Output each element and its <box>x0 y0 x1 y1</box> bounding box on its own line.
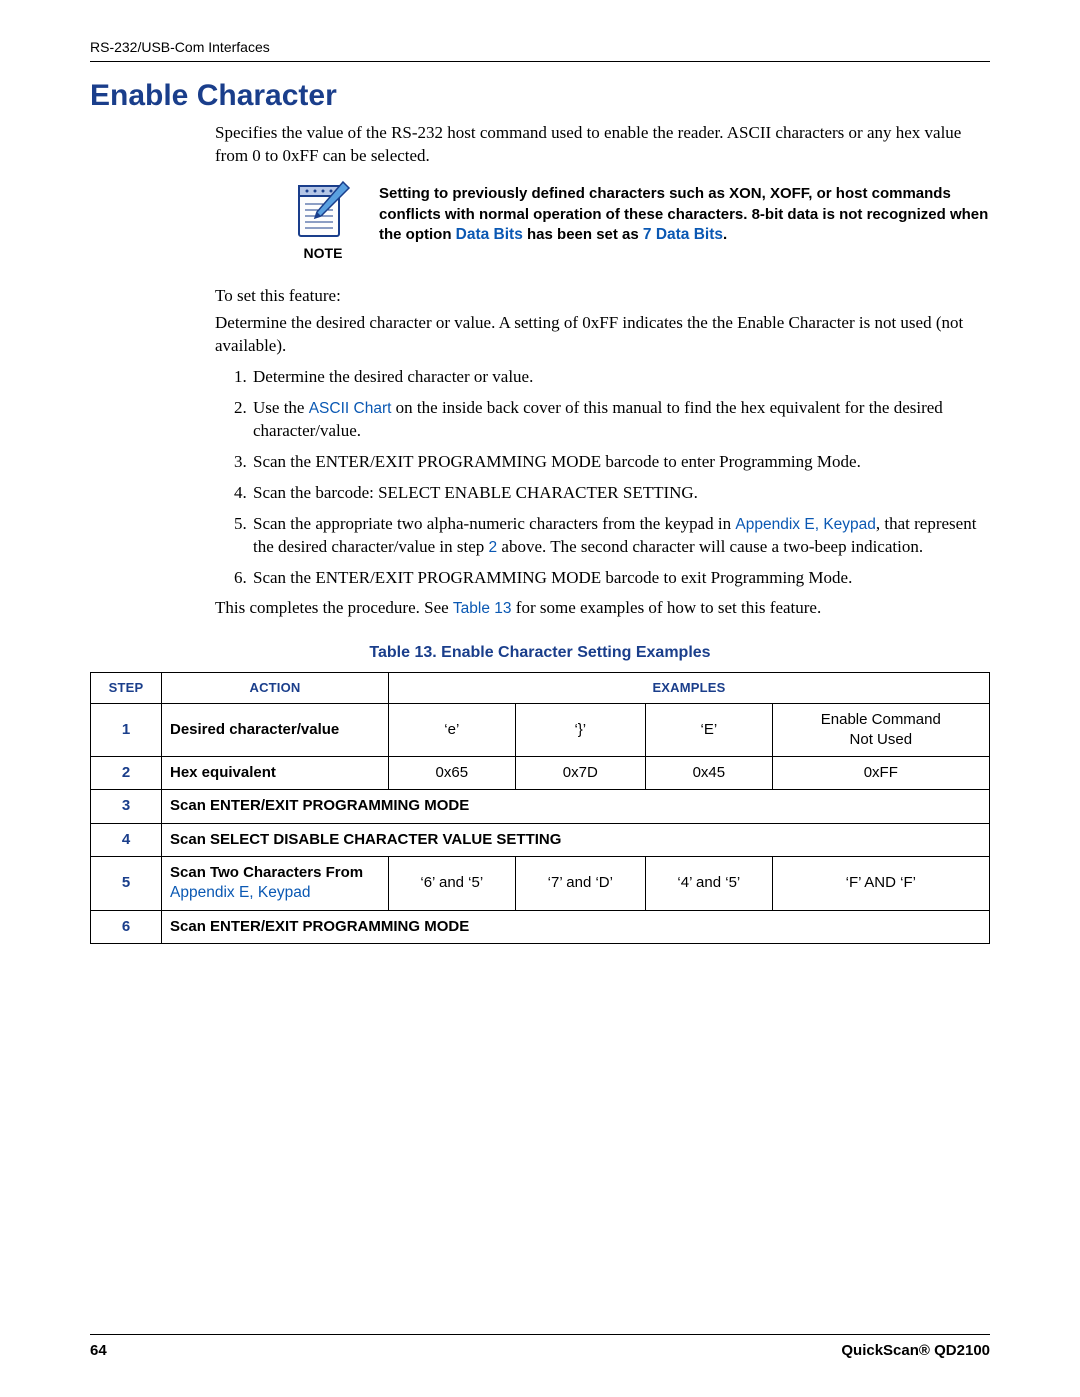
appendix-e-link[interactable]: Appendix E, Keypad <box>735 516 875 533</box>
r3-action: Scan ENTER/EXIT PROGRAMMING MODE <box>162 790 990 823</box>
step-5: Scan the appropriate two alpha-numeric c… <box>251 513 990 559</box>
note-block: NOTE Setting to previously defined chara… <box>215 178 990 263</box>
r5-c2: ‘7’ and ‘D’ <box>515 856 646 910</box>
r2-c1: 0x65 <box>389 757 516 790</box>
r1-c3: ‘E’ <box>646 703 773 757</box>
closing-paragraph: This completes the procedure. See Table … <box>215 597 990 620</box>
product-name: QuickScan® QD2100 <box>841 1341 990 1361</box>
r1-action: Desired character/value <box>162 703 389 757</box>
r4-step: 4 <box>91 823 162 856</box>
r1-c4a: Enable Command <box>821 711 941 728</box>
r5-action: Scan Two Characters From Appendix E, Key… <box>162 856 389 910</box>
page-number: 64 <box>90 1341 107 1361</box>
r1-c4b: Not Used <box>850 731 913 748</box>
r2-step: 2 <box>91 757 162 790</box>
r4-action: Scan SELECT DISABLE CHARACTER VALUE SETT… <box>162 823 990 856</box>
lead-1: To set this feature: <box>215 285 990 308</box>
r1-step: 1 <box>91 703 162 757</box>
r5-action-line1: Scan Two Characters From <box>170 864 363 881</box>
r5-c1: ‘6’ and ‘5’ <box>389 856 516 910</box>
step-5-post: above. The second character will cause a… <box>497 537 923 556</box>
notepad-icon <box>295 178 351 240</box>
r6-step: 6 <box>91 910 162 943</box>
page-footer: 64 QuickScan® QD2100 <box>90 1334 990 1361</box>
r2-c2: 0x7D <box>515 757 646 790</box>
r6-action: Scan ENTER/EXIT PROGRAMMING MODE <box>162 910 990 943</box>
intro-paragraph: Specifies the value of the RS-232 host c… <box>215 122 990 168</box>
r2-c3: 0x45 <box>646 757 773 790</box>
table-row-3: 3 Scan ENTER/EXIT PROGRAMMING MODE <box>91 790 990 823</box>
r5-c4: ‘F’ AND ‘F’ <box>772 856 989 910</box>
table-row-6: 6 Scan ENTER/EXIT PROGRAMMING MODE <box>91 910 990 943</box>
lead-2: Determine the desired character or value… <box>215 312 990 358</box>
r2-c4: 0xFF <box>772 757 989 790</box>
data-bits-link-1[interactable]: Data Bits <box>456 226 523 243</box>
col-examples: EXAMPLES <box>389 673 990 704</box>
r5-action-link[interactable]: Appendix E, Keypad <box>170 884 310 901</box>
step-6: Scan the ENTER/EXIT PROGRAMMING MODE bar… <box>251 567 990 590</box>
note-text-mid: has been set as <box>523 226 643 243</box>
data-bits-link-2[interactable]: 7 Data Bits <box>643 226 723 243</box>
step-2: Use the ASCII Chart on the inside back c… <box>251 397 990 443</box>
header-rule <box>90 61 990 62</box>
r1-c2: ‘}’ <box>515 703 646 757</box>
table-13-link[interactable]: Table 13 <box>453 600 512 617</box>
r1-c1: ‘e’ <box>389 703 516 757</box>
col-action: ACTION <box>162 673 389 704</box>
table-row-1: 1 Desired character/value ‘e’ ‘}’ ‘E’ En… <box>91 703 990 757</box>
note-label: NOTE <box>304 244 343 263</box>
step-4: Scan the barcode: SELECT ENABLE CHARACTE… <box>251 482 990 505</box>
examples-table: STEP ACTION EXAMPLES 1 Desired character… <box>90 672 990 944</box>
table-row-5: 5 Scan Two Characters From Appendix E, K… <box>91 856 990 910</box>
table-row-2: 2 Hex equivalent 0x65 0x7D 0x45 0xFF <box>91 757 990 790</box>
note-text: Setting to previously defined characters… <box>379 184 990 245</box>
r3-step: 3 <box>91 790 162 823</box>
table-caption: Table 13. Enable Character Setting Examp… <box>90 642 990 664</box>
steps-list: Determine the desired character or value… <box>215 366 990 590</box>
col-step: STEP <box>91 673 162 704</box>
note-text-post: . <box>723 226 727 243</box>
step-1: Determine the desired character or value… <box>251 366 990 389</box>
step-2-pre: Use the <box>253 398 309 417</box>
section-title: Enable Character <box>90 76 990 117</box>
footer-rule <box>90 1334 990 1335</box>
running-header: RS-232/USB-Com Interfaces <box>90 38 990 57</box>
r2-action: Hex equivalent <box>162 757 389 790</box>
step-2-ref-link[interactable]: 2 <box>489 539 498 556</box>
step-5-pre: Scan the appropriate two alpha-numeric c… <box>253 514 735 533</box>
r5-step: 5 <box>91 856 162 910</box>
closing-post: for some examples of how to set this fea… <box>512 598 822 617</box>
table-row-4: 4 Scan SELECT DISABLE CHARACTER VALUE SE… <box>91 823 990 856</box>
r1-c4: Enable Command Not Used <box>772 703 989 757</box>
closing-pre: This completes the procedure. See <box>215 598 453 617</box>
r5-c3: ‘4’ and ‘5’ <box>646 856 773 910</box>
ascii-chart-link[interactable]: ASCII Chart <box>309 400 392 417</box>
step-3: Scan the ENTER/EXIT PROGRAMMING MODE bar… <box>251 451 990 474</box>
